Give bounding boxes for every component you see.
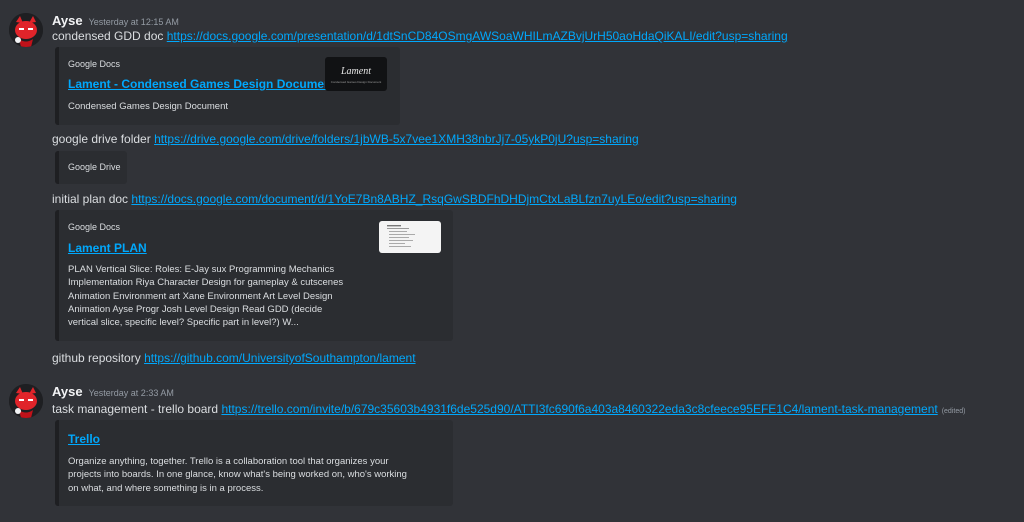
- description-line: Organize anything, together. Trello is a…: [68, 456, 389, 467]
- embed-thumbnail[interactable]: Lament Condensed Games Design Document: [325, 57, 387, 91]
- embed-provider: Google Docs: [68, 59, 121, 69]
- link-embed: Google Docs Lament PLAN PLAN Vertical Sl…: [55, 210, 453, 341]
- red-cat-avatar-icon: [9, 384, 43, 418]
- link-embed: Google Docs Lament - Condensed Games Des…: [55, 47, 400, 125]
- description-line: vertical slice, specific level? Specific…: [68, 317, 299, 329]
- description-line: Implementation Riya Character Design for…: [68, 277, 344, 289]
- embed-title[interactable]: Lament PLAN: [68, 241, 147, 255]
- embed-provider: Google Drive: [68, 162, 121, 172]
- thumbnail-subtitle: Condensed Games Design Document: [330, 80, 382, 84]
- message-line: task management - trello board https://t…: [52, 402, 965, 416]
- embed-thumbnail[interactable]: [379, 221, 441, 253]
- user-avatar[interactable]: [9, 13, 43, 47]
- timestamp: Yesterday at 12:15 AM: [88, 17, 179, 27]
- link-embed: Trello Organize anything, together. Trel…: [55, 420, 453, 506]
- description-line: Animation Environment art Xane Environme…: [68, 290, 333, 302]
- message-text: condensed GDD doc: [52, 29, 164, 43]
- username[interactable]: Ayse: [52, 384, 83, 399]
- timestamp: Yesterday at 2:33 AM: [88, 388, 174, 398]
- embed-provider: Google Docs: [68, 222, 121, 232]
- message-line: condensed GDD doc https://docs.google.co…: [52, 29, 788, 43]
- message-line: initial plan doc https://docs.google.com…: [52, 192, 737, 206]
- document-preview-icon: [387, 225, 415, 247]
- message-link[interactable]: https://drive.google.com/drive/folders/1…: [154, 132, 639, 146]
- embed-title[interactable]: Lament - Condensed Games Design Document: [68, 77, 335, 91]
- message-line: github repository https://github.com/Uni…: [52, 351, 416, 365]
- message-text: google drive folder: [52, 132, 151, 146]
- description-line: projects into boards. In one glance, kno…: [68, 469, 407, 481]
- description-line: PLAN Vertical Slice: Roles: E-Jay sux Pr…: [68, 264, 335, 275]
- message-link[interactable]: https://github.com/UniversityofSouthampt…: [144, 351, 415, 365]
- message-link[interactable]: https://trello.com/invite/b/679c35603b49…: [221, 402, 937, 416]
- edited-label: (edited): [941, 408, 966, 415]
- embed-description: Condensed Games Design Document: [68, 101, 229, 112]
- description-line: Animation Ayse Progr Josh Level Design R…: [68, 303, 323, 315]
- message-text: task management - trello board: [52, 402, 219, 416]
- description-line: on what, and where something is in a pro…: [68, 482, 264, 494]
- message-text: github repository: [52, 351, 141, 365]
- message-link[interactable]: https://docs.google.com/document/d/1YoE7…: [131, 192, 737, 206]
- message-text: initial plan doc: [52, 192, 129, 206]
- username[interactable]: Ayse: [52, 13, 83, 28]
- message-line: google drive folder https://drive.google…: [52, 132, 639, 146]
- embed-description: Organize anything, together. Trello is a…: [68, 455, 448, 495]
- thumbnail-title: Lament: [341, 66, 371, 77]
- red-cat-avatar-icon: [9, 13, 43, 47]
- embed-title[interactable]: Trello: [68, 432, 100, 446]
- link-embed: Google Drive: [55, 151, 127, 184]
- message-link[interactable]: https://docs.google.com/presentation/d/1…: [167, 29, 788, 43]
- embed-description: PLAN Vertical Slice: Roles: E-Jay sux Pr…: [68, 263, 368, 329]
- user-avatar[interactable]: [9, 384, 43, 418]
